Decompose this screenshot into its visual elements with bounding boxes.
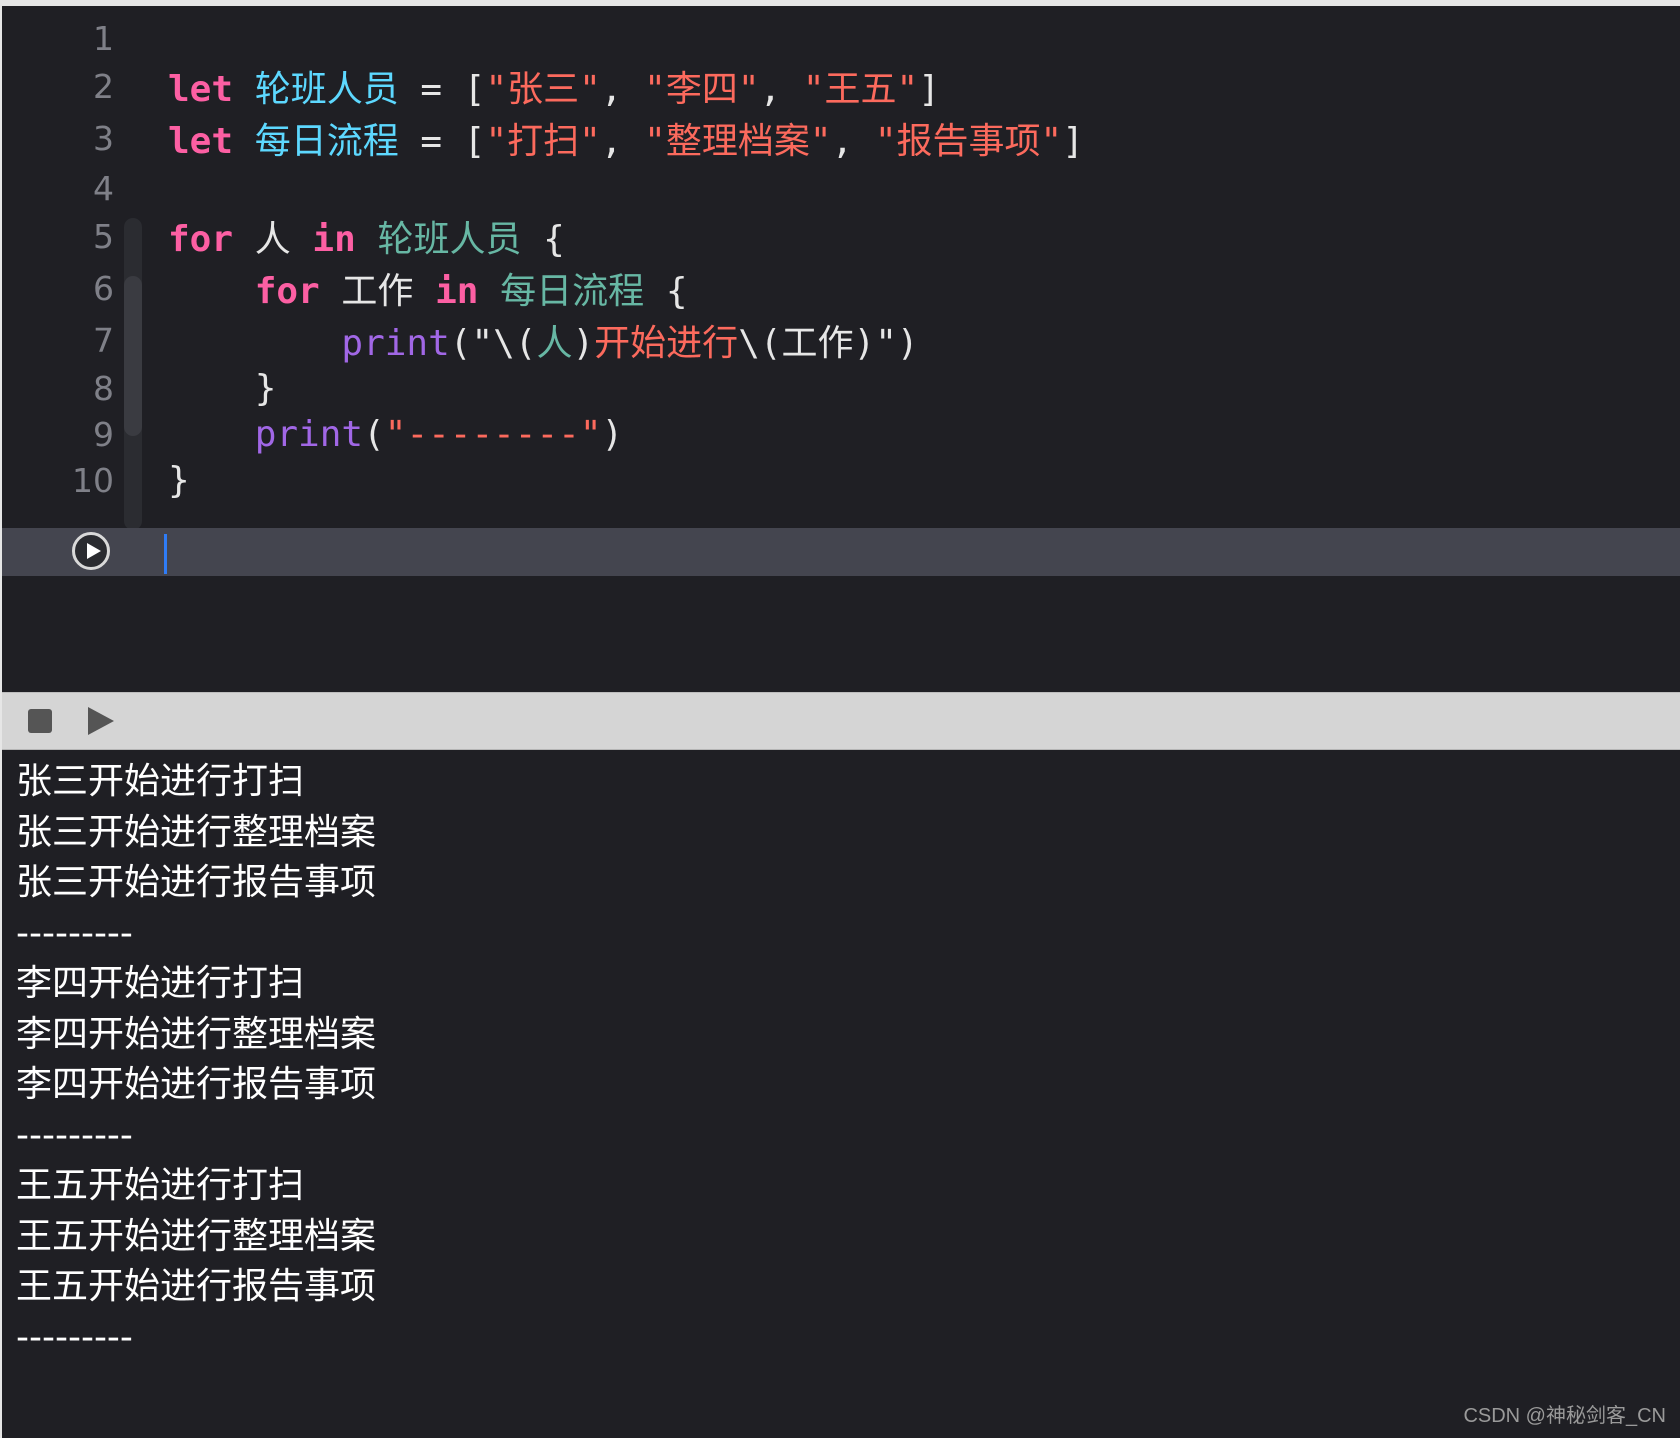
code-text: print("\(人)开始进行\(工作)") xyxy=(168,314,919,366)
line-number: 2 xyxy=(93,66,114,106)
code-token: { xyxy=(644,271,688,312)
code-text: for 人 in 轮班人员 { xyxy=(168,210,565,262)
code-line[interactable]: 5 for 人 in 轮班人员 { xyxy=(2,210,1680,262)
console-line: --------- xyxy=(16,1114,133,1156)
line-number: 4 xyxy=(93,168,114,208)
playground-window: 1 2 let 轮班人员 = ["张三", "李四", "王五"] 3 let 每日流程… xyxy=(2,6,1680,1438)
line-number: 9 xyxy=(93,414,114,454)
code-token: 工作 xyxy=(319,271,436,312)
code-token: "张三" xyxy=(485,69,601,110)
code-token: = [ xyxy=(398,121,486,162)
code-text: print("--------") xyxy=(168,413,624,455)
code-line[interactable]: 3 let 每日流程 = ["打扫", "整理档案", "报告事项"] xyxy=(2,112,1680,164)
line-number: 7 xyxy=(93,320,114,360)
code-line[interactable]: 4 xyxy=(2,162,1680,214)
code-token: ) xyxy=(572,323,595,364)
code-token: "--------" xyxy=(384,413,602,455)
current-line-highlight xyxy=(2,528,1680,576)
code-token: ("\( xyxy=(449,323,537,364)
code-token: let xyxy=(168,121,234,162)
code-token: { xyxy=(521,219,565,260)
console-line: 王五开始进行报告事项 xyxy=(16,1266,377,1307)
console-line: 李四开始进行报告事项 xyxy=(16,1064,377,1105)
code-token: ( xyxy=(363,413,385,455)
console-line: 李四开始进行整理档案 xyxy=(16,1013,377,1055)
code-token: in xyxy=(312,219,356,260)
code-token: ] xyxy=(1062,121,1084,162)
code-token: } xyxy=(168,367,277,409)
code-token: , xyxy=(600,69,645,110)
code-token: ) xyxy=(601,413,624,455)
console-line: 王五开始进行打扫 xyxy=(16,1165,305,1206)
code-editor[interactable]: 1 2 let 轮班人员 = ["张三", "李四", "王五"] 3 let 每日流程… xyxy=(2,6,1680,692)
stop-icon[interactable] xyxy=(28,709,52,733)
code-text: } xyxy=(168,367,277,409)
console-line: --------- xyxy=(16,912,133,954)
code-text: for 工作 in 每日流程 { xyxy=(168,262,688,314)
code-token: print xyxy=(254,413,364,455)
console-line: --------- xyxy=(16,1316,133,1358)
line-number: 6 xyxy=(93,268,114,308)
code-token: = [ xyxy=(398,69,486,110)
code-line[interactable]: 9 print("--------") xyxy=(2,408,1680,460)
line-number: 5 xyxy=(93,216,114,256)
code-token: 人 xyxy=(536,323,573,364)
code-token: 轮班人员 xyxy=(254,69,399,110)
line-number: 1 xyxy=(93,18,114,58)
code-token: "整理档案" xyxy=(644,121,832,162)
console-line: 张三开始进行报告事项 xyxy=(16,862,377,903)
console-line: 张三开始进行整理档案 xyxy=(16,811,377,853)
code-token: 人 xyxy=(233,219,313,260)
code-token: "打扫" xyxy=(485,121,601,162)
code-token: in xyxy=(435,271,479,312)
code-token: print xyxy=(341,323,450,364)
code-text: let 每日流程 = ["打扫", "整理档案", "报告事项"] xyxy=(168,112,1084,164)
code-token: 每日流程 xyxy=(500,271,645,312)
code-text: let 轮班人员 = ["张三", "李四", "王五"] xyxy=(168,60,940,112)
code-token: let xyxy=(168,69,234,110)
code-token: \(工作)") xyxy=(738,323,919,364)
line-number: 8 xyxy=(93,368,114,408)
code-token: "王五" xyxy=(802,69,919,110)
watermark: CSDN @神秘剑客_CN xyxy=(1463,1405,1666,1427)
line-number: 3 xyxy=(93,118,114,158)
debug-toolbar xyxy=(2,692,1680,750)
code-token: } xyxy=(168,459,190,501)
code-token: "报告事项" xyxy=(874,121,1063,162)
code-line[interactable]: 7 print("\(人)开始进行\(工作)") xyxy=(2,314,1680,366)
code-line[interactable]: 10} xyxy=(2,454,1680,506)
code-token: 轮班人员 xyxy=(377,219,522,260)
console-output: 张三开始进行打扫张三开始进行整理档案 张三开始进行报告事项 --------- 李四开… xyxy=(2,750,1680,1438)
code-text: } xyxy=(168,460,190,501)
code-token: 开始进行 xyxy=(594,323,739,364)
play-icon[interactable] xyxy=(88,707,114,735)
code-line[interactable]: 2 let 轮班人员 = ["张三", "李四", "王五"] xyxy=(2,60,1680,112)
code-token: , xyxy=(759,69,803,110)
run-playground-button[interactable] xyxy=(72,532,110,570)
code-line[interactable]: 6 for 工作 in 每日流程 { xyxy=(2,262,1680,314)
console-line: 张三开始进行打扫 xyxy=(16,761,305,802)
console-line: 李四开始进行打扫 xyxy=(16,963,305,1004)
code-token: , xyxy=(600,121,645,162)
text-cursor xyxy=(164,534,167,574)
code-token: 每日流程 xyxy=(254,121,399,162)
code-token: for xyxy=(254,271,320,312)
code-line[interactable]: 8 } xyxy=(2,362,1680,414)
code-token: for xyxy=(168,219,234,260)
line-number: 10 xyxy=(72,460,114,500)
console-line: 王五开始进行整理档案 xyxy=(16,1215,377,1257)
code-line[interactable]: 1 xyxy=(2,12,1680,64)
code-token: "李四" xyxy=(644,69,760,110)
code-token: ] xyxy=(918,69,940,110)
code-token: , xyxy=(831,121,875,162)
